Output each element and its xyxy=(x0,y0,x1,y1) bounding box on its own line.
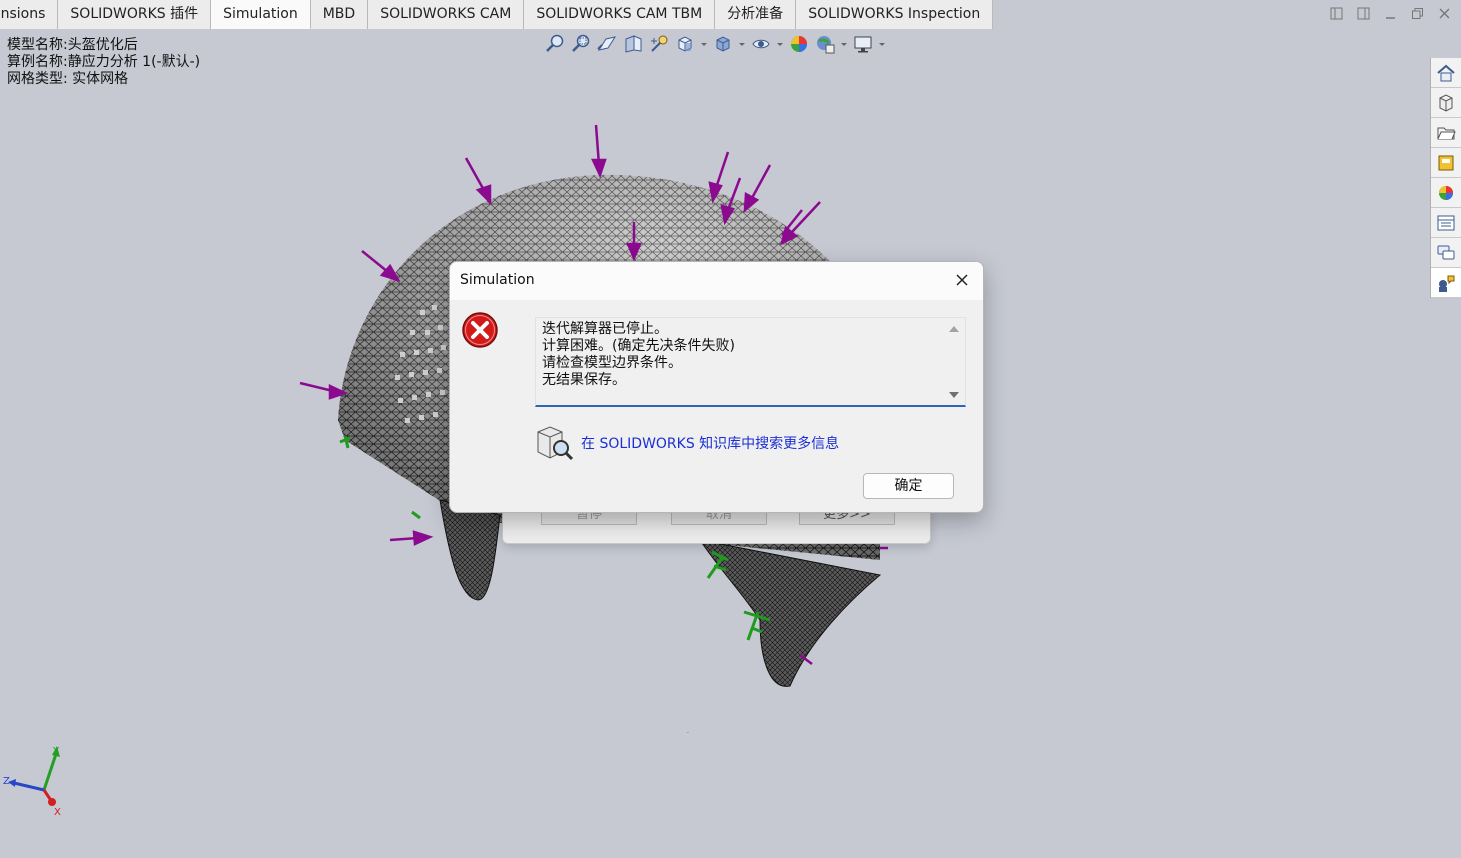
svg-text:.: . xyxy=(687,728,689,735)
scroll-up-arrow-icon[interactable] xyxy=(948,324,960,334)
error-line: 请检查模型边界条件。 xyxy=(542,355,682,371)
y-axis-label: Y xyxy=(52,746,60,757)
knowledge-base-row: 在 SOLIDWORKS 知识库中搜索更多信息 xyxy=(535,424,839,462)
dialog-titlebar: Simulation xyxy=(450,262,983,300)
knowledge-base-search-icon xyxy=(535,424,575,462)
z-axis-label: Z xyxy=(3,776,10,787)
error-line: 计算困难。(确定先决条件失败) xyxy=(542,338,735,354)
knowledge-base-link[interactable]: 在 SOLIDWORKS 知识库中搜索更多信息 xyxy=(581,433,839,453)
x-axis-label: X xyxy=(54,807,61,818)
ok-button[interactable]: 确定 xyxy=(863,473,954,499)
dialog-close-button[interactable] xyxy=(953,271,971,289)
error-icon xyxy=(461,311,499,349)
dialog-title: Simulation xyxy=(460,272,535,288)
error-line: 无结果保存。 xyxy=(542,372,626,388)
error-message-text: 迭代解算器已停止。 计算困难。(确定先决条件失败) 请检查模型边界条件。 无结果… xyxy=(542,321,735,389)
reference-triad: Y Z X xyxy=(0,742,70,820)
close-icon xyxy=(956,274,968,286)
scroll-down-arrow-icon[interactable] xyxy=(948,390,960,400)
error-line: 迭代解算器已停止。 xyxy=(542,321,668,337)
simulation-error-dialog: Simulation 迭代解算器已停止。 计算困难。(确定先决条件失败) 请检查… xyxy=(449,261,984,513)
error-message-box[interactable]: 迭代解算器已停止。 计算困难。(确定先决条件失败) 请检查模型边界条件。 无结果… xyxy=(535,317,966,407)
